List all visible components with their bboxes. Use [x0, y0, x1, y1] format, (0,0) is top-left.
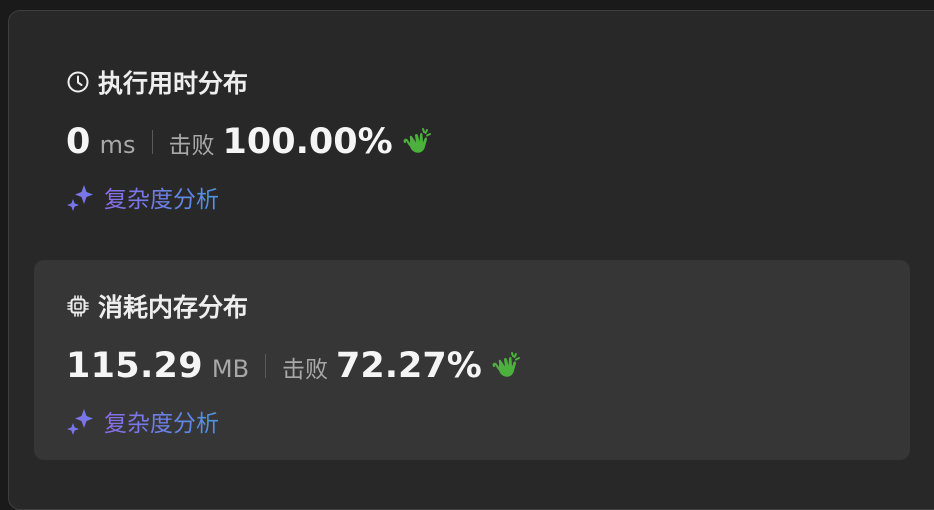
runtime-beat-label: 击败: [168, 133, 215, 159]
divider: [265, 354, 267, 378]
runtime-stats: 0 ms 击败 100.00%: [66, 122, 433, 162]
chip-icon: [66, 294, 90, 318]
clapping-hands-icon: [401, 126, 433, 158]
runtime-card[interactable]: 执行用时分布 0 ms 击败 100.00% 复杂度分析: [34, 36, 910, 232]
runtime-value: 0: [66, 122, 91, 162]
runtime-beat-percent: 100.00%: [222, 122, 393, 162]
memory-card[interactable]: 消耗内存分布 115.29 MB 击败 72.27% 复杂度分析: [34, 260, 910, 460]
runtime-title: 执行用时分布: [98, 69, 249, 98]
runtime-unit: ms: [99, 131, 136, 159]
memory-beat-label: 击败: [282, 357, 329, 383]
memory-complexity-analysis-link[interactable]: 复杂度分析: [66, 404, 219, 438]
memory-beat-percent: 72.27%: [336, 346, 482, 386]
clapping-hands-icon: [490, 350, 522, 382]
memory-value: 115.29: [66, 346, 203, 386]
sparkle-icon: [67, 409, 93, 435]
memory-analysis-label: 复杂度分析: [104, 404, 219, 438]
memory-unit: MB: [211, 355, 250, 383]
runtime-complexity-analysis-link[interactable]: 复杂度分析: [66, 180, 219, 214]
runtime-analysis-label: 复杂度分析: [104, 180, 219, 214]
memory-title: 消耗内存分布: [98, 293, 249, 322]
sparkle-icon: [67, 185, 93, 211]
clock-icon: [66, 70, 90, 94]
runtime-heading: 执行用时分布: [66, 64, 248, 100]
divider: [151, 130, 153, 154]
memory-heading: 消耗内存分布: [66, 288, 248, 324]
memory-stats: 115.29 MB 击败 72.27%: [66, 346, 522, 386]
